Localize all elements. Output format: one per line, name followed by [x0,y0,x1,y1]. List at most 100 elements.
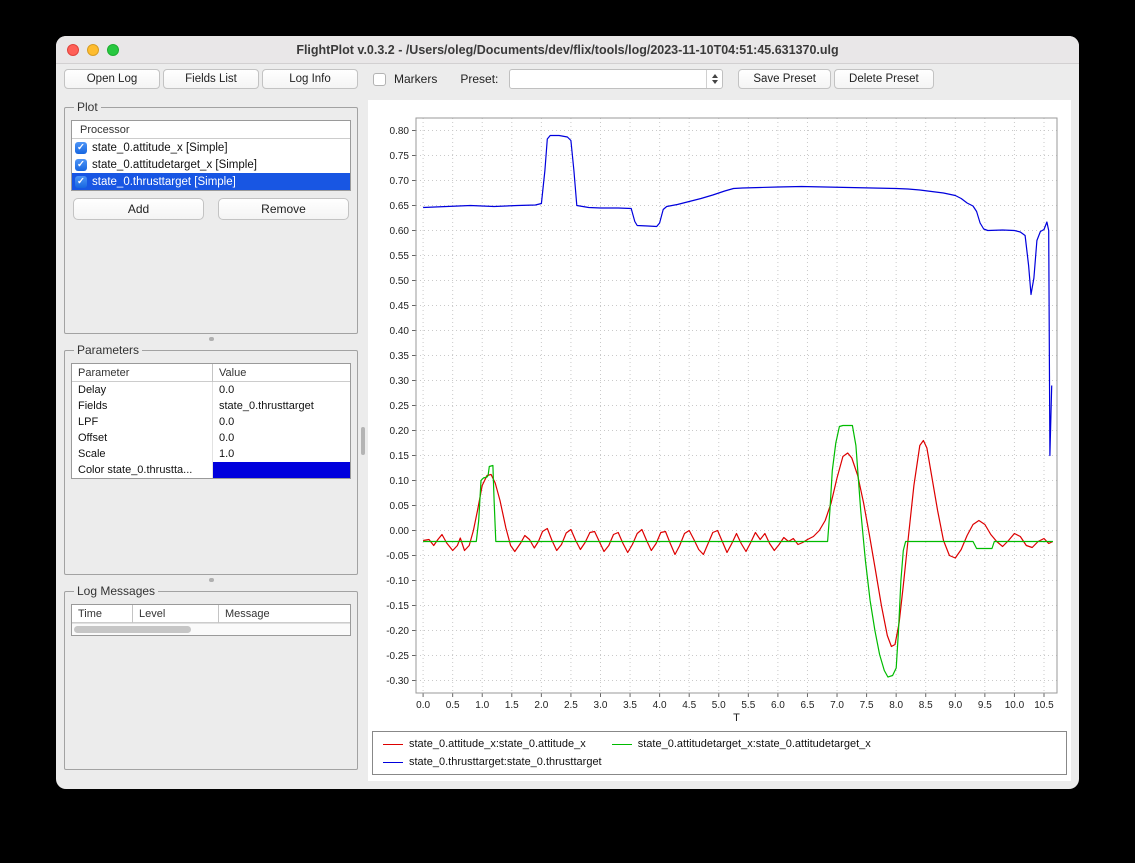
zoom-window-button[interactable] [107,44,119,56]
plot-table-row[interactable]: state_0.attitude_x [Simple] [72,139,350,156]
svg-text:9.5: 9.5 [978,700,992,711]
legend-item: state_0.attitude_x:state_0.attitude_x [383,738,586,750]
delete-preset-button[interactable]: Delete Preset [834,69,934,89]
parameter-value[interactable]: 0.0 [212,430,350,446]
svg-text:10.0: 10.0 [1005,700,1025,711]
parameter-row[interactable]: Scale1.0 [72,446,350,462]
chart-plot[interactable]: 0.00.51.01.52.02.53.03.54.04.55.05.56.06… [370,104,1069,727]
log-info-button[interactable]: Log Info [262,69,358,89]
svg-text:2.5: 2.5 [564,700,578,711]
splitter-handle[interactable] [64,334,358,343]
svg-text:T: T [733,712,740,724]
svg-text:-0.20: -0.20 [386,626,409,637]
svg-text:-0.25: -0.25 [386,651,409,662]
preset-label: Preset: [460,72,498,86]
svg-text:0.15: 0.15 [390,451,410,462]
field-label: state_0.attitude_x [Simple] [92,142,228,154]
traffic-lights [67,36,119,63]
svg-text:0.30: 0.30 [390,376,410,387]
color-swatch[interactable] [213,462,350,478]
svg-text:3.0: 3.0 [594,700,608,711]
svg-text:0.50: 0.50 [390,276,410,287]
svg-text:10.5: 10.5 [1034,700,1054,711]
svg-text:0.20: 0.20 [390,426,410,437]
processor-column-header[interactable]: Processor [72,121,350,139]
parameter-value[interactable]: state_0.thrusttarget [212,398,350,414]
fields-list-button[interactable]: Fields List [163,69,259,89]
svg-text:9.0: 9.0 [948,700,962,711]
parameter-value[interactable]: 0.0 [212,414,350,430]
legend-item: state_0.attitudetarget_x:state_0.attitud… [612,738,871,750]
svg-text:0.35: 0.35 [390,351,410,362]
value-column-header[interactable]: Value [212,364,350,382]
svg-text:8.0: 8.0 [889,700,903,711]
legend-label: state_0.attitude_x:state_0.attitude_x [409,738,586,750]
svg-text:0.60: 0.60 [390,226,410,237]
log-messages-panel: Log Messages Time Level Message [64,584,358,770]
toolbar: Open Log Fields List Log Info Markers Pr… [56,64,1079,94]
svg-text:1.0: 1.0 [475,700,489,711]
level-column-header[interactable]: Level [132,605,218,623]
svg-text:0.05: 0.05 [390,501,410,512]
minimize-window-button[interactable] [87,44,99,56]
svg-text:0.80: 0.80 [390,126,410,137]
svg-text:3.5: 3.5 [623,700,637,711]
parameter-row[interactable]: Fieldsstate_0.thrusttarget [72,398,350,414]
remove-button[interactable]: Remove [218,198,349,220]
svg-text:0.65: 0.65 [390,201,410,212]
log-messages-table: Time Level Message [71,604,351,636]
open-log-button[interactable]: Open Log [64,69,160,89]
svg-text:5.0: 5.0 [712,700,726,711]
plot-table-row[interactable]: state_0.thrusttarget [Simple] [72,173,350,190]
markers-checkbox[interactable] [373,73,386,86]
plot-table-row[interactable]: state_0.attitudetarget_x [Simple] [72,156,350,173]
log-messages-panel-title: Log Messages [74,584,158,598]
preset-combobox[interactable] [509,69,723,89]
parameter-row[interactable]: Color state_0.thrustta... [72,462,350,478]
svg-text:4.5: 4.5 [682,700,696,711]
svg-text:-0.15: -0.15 [386,601,409,612]
window-title: FlightPlot v.0.3.2 - /Users/oleg/Documen… [296,43,838,57]
svg-text:-0.10: -0.10 [386,576,409,587]
parameter-value[interactable] [212,462,350,478]
horizontal-scrollbar[interactable] [72,623,350,635]
field-checkbox[interactable] [75,142,87,154]
plot-panel: Plot Processor state_0.attitude_x [Simpl… [64,100,358,334]
save-preset-button[interactable]: Save Preset [738,69,831,89]
parameter-value[interactable]: 1.0 [212,446,350,462]
close-window-button[interactable] [67,44,79,56]
time-column-header[interactable]: Time [72,605,132,623]
svg-text:4.0: 4.0 [653,700,667,711]
svg-text:0.10: 0.10 [390,476,410,487]
parameter-name: Scale [72,446,212,462]
legend-line-icon [612,744,632,745]
parameter-row[interactable]: Delay0.0 [72,382,350,398]
field-checkbox[interactable] [75,159,87,171]
scrollbar-thumb[interactable] [74,626,191,633]
parameter-column-header[interactable]: Parameter [72,364,212,382]
svg-text:0.0: 0.0 [416,700,430,711]
splitter-handle[interactable] [64,575,358,584]
legend-item: state_0.thrusttarget:state_0.thrusttarge… [383,756,602,768]
parameters-panel-title: Parameters [74,343,142,357]
parameter-row[interactable]: Offset0.0 [72,430,350,446]
legend-label: state_0.attitudetarget_x:state_0.attitud… [638,738,871,750]
chart[interactable]: 0.00.51.01.52.02.53.03.54.04.55.05.56.06… [370,104,1069,727]
svg-text:-0.30: -0.30 [386,676,409,687]
splitter-handle-vertical[interactable] [360,100,366,781]
add-button[interactable]: Add [73,198,204,220]
parameter-row[interactable]: LPF0.0 [72,414,350,430]
processor-table: Processor state_0.attitude_x [Simple] sta… [71,120,351,191]
desktop: { "window": { "title": "FlightPlot v.0.3… [0,0,1135,863]
legend-line-icon [383,762,403,763]
svg-text:0.40: 0.40 [390,326,410,337]
svg-text:7.0: 7.0 [830,700,844,711]
svg-text:-0.05: -0.05 [386,551,409,562]
plot-panel-title: Plot [74,100,101,114]
parameter-name: LPF [72,414,212,430]
field-checkbox[interactable] [75,176,87,188]
svg-text:6.5: 6.5 [801,700,815,711]
parameter-value[interactable]: 0.0 [212,382,350,398]
field-label: state_0.thrusttarget [Simple] [92,176,236,188]
message-column-header[interactable]: Message [218,605,350,623]
